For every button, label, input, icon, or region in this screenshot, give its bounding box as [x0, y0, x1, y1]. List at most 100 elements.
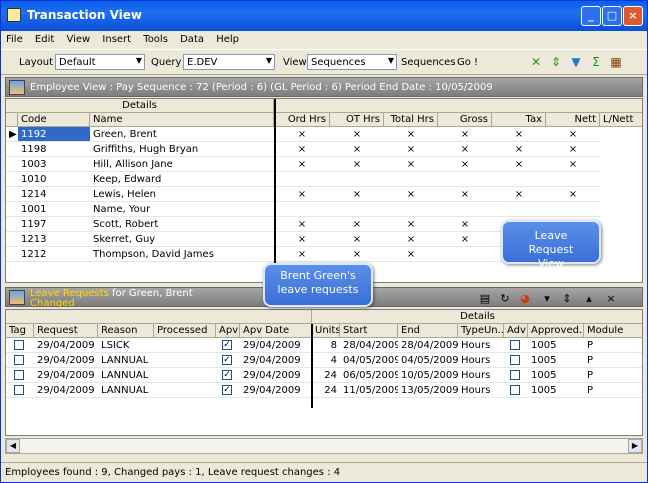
col-apv-date[interactable]: Apv Date	[240, 324, 312, 338]
grid-icon[interactable]: ▦	[609, 55, 623, 69]
row-indicator[interactable]	[6, 217, 18, 232]
leave-end-cell[interactable]: 04/05/2009	[398, 353, 458, 368]
menu-tools[interactable]: Tools	[138, 31, 172, 45]
leave-apv-cell[interactable]: ✓	[216, 353, 240, 368]
leave-request-cell[interactable]: 29/04/2009 *	[34, 353, 98, 368]
employee-name[interactable]: Keep, Edward	[90, 172, 274, 187]
leave-reason-cell[interactable]: LANNUAL	[98, 353, 154, 368]
employee-code[interactable]: 1197	[18, 217, 90, 232]
tag-checkbox[interactable]	[14, 355, 24, 365]
tag-checkbox[interactable]	[14, 385, 24, 395]
leave-end-cell[interactable]: 28/04/2009	[398, 338, 458, 353]
leave-adv-cell[interactable]	[504, 338, 528, 353]
employee-value[interactable]	[384, 202, 438, 217]
adv-checkbox[interactable]	[510, 370, 520, 380]
row-indicator[interactable]	[6, 247, 18, 262]
row-indicator[interactable]	[6, 172, 18, 187]
employee-value[interactable]: ×	[274, 217, 330, 232]
leave-apv-cell[interactable]: ✓	[216, 383, 240, 398]
excel-icon[interactable]: ✕	[529, 55, 543, 69]
employee-value[interactable]	[546, 172, 600, 187]
col-total-hrs[interactable]: Total Hrs	[384, 113, 438, 127]
minimize-button[interactable]: _	[581, 6, 601, 26]
leave-start-cell[interactable]: 04/05/2009	[340, 353, 398, 368]
menu-data[interactable]: Data	[175, 31, 208, 45]
menu-file[interactable]: File	[1, 31, 27, 45]
leave-module-cell[interactable]: P	[584, 383, 642, 398]
leave-units-cell[interactable]: 8	[312, 338, 340, 353]
employee-value[interactable]	[330, 172, 384, 187]
employee-value[interactable]: ×	[438, 127, 492, 142]
leave-adv-cell[interactable]	[504, 368, 528, 383]
leave-module-cell[interactable]: P	[584, 368, 642, 383]
leave-request-view-icon[interactable]: ◕	[517, 291, 533, 307]
employee-value[interactable]: ×	[546, 142, 600, 157]
employee-value[interactable]: ×	[330, 247, 384, 262]
leave-processed-cell[interactable]	[154, 383, 216, 398]
leave-apv-date-cell[interactable]: 29/04/2009	[240, 368, 312, 383]
employee-value[interactable]: ×	[274, 232, 330, 247]
employee-code[interactable]: 1010	[18, 172, 90, 187]
col-start[interactable]: Start	[340, 324, 398, 338]
query-combo[interactable]: E.DEV ▼	[183, 54, 275, 70]
employee-value[interactable]: ×	[438, 187, 492, 202]
leave-apv-date-cell[interactable]: 29/04/2009	[240, 383, 312, 398]
move-down-icon[interactable]: ▾	[539, 291, 555, 307]
leave-units-cell[interactable]: 24	[312, 368, 340, 383]
col-gross[interactable]: Gross	[438, 113, 492, 127]
col-name[interactable]: Name	[90, 113, 274, 127]
move-up-icon[interactable]: ▴	[581, 291, 597, 307]
employee-value[interactable]	[438, 172, 492, 187]
employee-code[interactable]: 1001	[18, 202, 90, 217]
employee-value[interactable]: ×	[384, 127, 438, 142]
leave-module-cell[interactable]: P	[584, 353, 642, 368]
row-indicator[interactable]	[6, 232, 18, 247]
leave-request-cell[interactable]: 29/04/2009 *	[34, 338, 98, 353]
col-apv[interactable]: Apv	[216, 324, 240, 338]
employee-value[interactable]: ×	[274, 247, 330, 262]
employee-value[interactable]: ×	[492, 127, 546, 142]
employee-value[interactable]: ×	[438, 232, 492, 247]
row-indicator[interactable]: ▶	[6, 127, 18, 142]
row-indicator[interactable]	[6, 202, 18, 217]
col-l-nett[interactable]: L/Nett	[600, 113, 642, 127]
employee-value[interactable]: ×	[330, 157, 384, 172]
employee-value[interactable]: ×	[330, 127, 384, 142]
employee-name[interactable]: Skerret, Guy	[90, 232, 274, 247]
employee-value[interactable]	[546, 202, 600, 217]
col-end[interactable]: End	[398, 324, 458, 338]
employee-code[interactable]: 1213	[18, 232, 90, 247]
scroll-left-icon[interactable]: ◀	[6, 439, 20, 453]
leave-reason-cell[interactable]: LANNUAL	[98, 383, 154, 398]
employee-value[interactable]	[330, 202, 384, 217]
leave-tag-cell[interactable]	[6, 338, 34, 353]
filter-icon[interactable]: ▼	[569, 55, 583, 69]
col-type-units[interactable]: TypeUn...	[458, 324, 504, 338]
col-tag[interactable]: Tag	[6, 324, 34, 338]
col-adv[interactable]: Adv	[504, 324, 528, 338]
employee-value[interactable]	[274, 202, 330, 217]
col-tax[interactable]: Tax	[492, 113, 546, 127]
maximize-button[interactable]: □	[602, 6, 622, 26]
leave-apv-cell[interactable]: ✓	[216, 368, 240, 383]
approved-checkbox[interactable]: ✓	[222, 355, 232, 365]
tag-checkbox[interactable]	[14, 340, 24, 350]
leave-start-cell[interactable]: 28/04/2009	[340, 338, 398, 353]
adv-checkbox[interactable]	[510, 355, 520, 365]
employee-value[interactable]: ×	[384, 232, 438, 247]
refresh-icon[interactable]: ↻	[497, 291, 513, 307]
leave-end-cell[interactable]: 13/05/2009	[398, 383, 458, 398]
leave-start-cell[interactable]: 11/05/2009	[340, 383, 398, 398]
employee-value[interactable]: ×	[438, 142, 492, 157]
leave-type-units-cell[interactable]: Hours	[458, 383, 504, 398]
leave-type-units-cell[interactable]: Hours	[458, 368, 504, 383]
col-request[interactable]: Request	[34, 324, 98, 338]
col-nett[interactable]: Nett	[546, 113, 600, 127]
employee-value[interactable]: ×	[384, 157, 438, 172]
employee-value[interactable]	[492, 172, 546, 187]
employee-value[interactable]	[384, 172, 438, 187]
employee-value[interactable]: ×	[330, 142, 384, 157]
leave-processed-cell[interactable]	[154, 338, 216, 353]
col-processed[interactable]: Processed	[154, 324, 216, 338]
employee-value[interactable]: ×	[492, 142, 546, 157]
